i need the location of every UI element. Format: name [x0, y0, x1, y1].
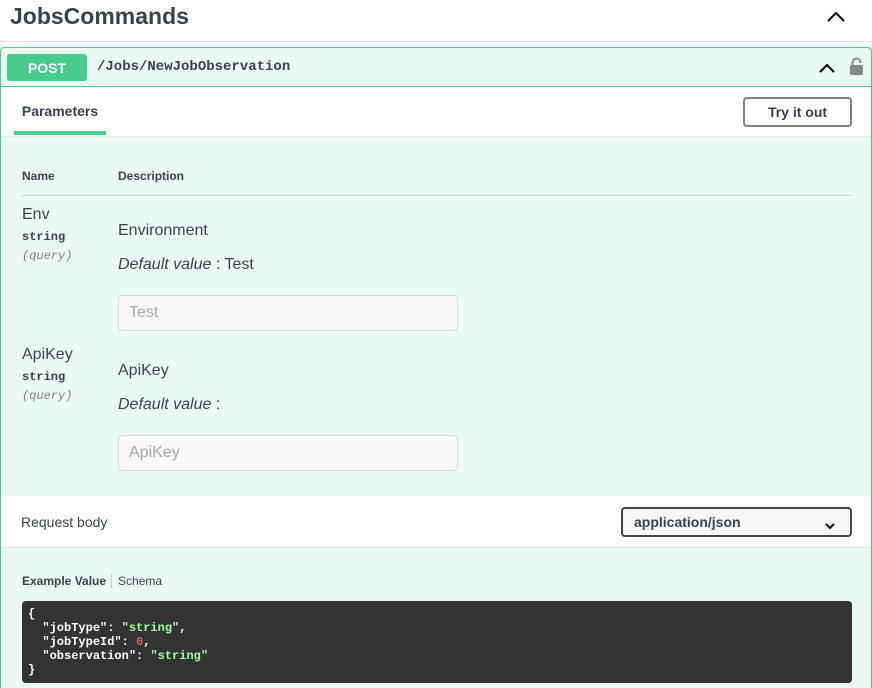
- env-input[interactable]: [118, 295, 458, 331]
- code-value: "string": [121, 621, 180, 635]
- param-description: Environment: [118, 222, 208, 239]
- code-trail: ,: [143, 635, 151, 649]
- param-name: ApiKey: [22, 346, 73, 363]
- tag-header[interactable]: JobsCommands: [0, 0, 872, 42]
- param-location: (query): [22, 389, 73, 403]
- column-header-name: Name: [22, 169, 55, 183]
- code-trail: ,: [179, 621, 187, 635]
- content-type-select[interactable]: application/json: [621, 507, 852, 537]
- operation-summary[interactable]: POST /Jobs/NewJobObservation: [1, 48, 871, 87]
- request-body-header: Request body application/json: [1, 496, 871, 548]
- param-name: Env: [22, 206, 50, 223]
- code-key: "observation": [42, 649, 137, 663]
- code-key: "jobType": [42, 621, 108, 635]
- operation-block: POST /Jobs/NewJobObservation Parameters …: [0, 47, 872, 688]
- param-type: string: [22, 370, 66, 384]
- column-header-description: Description: [118, 169, 185, 183]
- tab-example-value[interactable]: Example Value: [22, 574, 111, 588]
- request-body-label: Request body: [21, 514, 108, 530]
- param-default: Default value :: [118, 396, 220, 414]
- param-description: ApiKey: [118, 362, 169, 379]
- tab-active-indicator: [14, 131, 106, 135]
- default-label: Default value: [118, 256, 212, 273]
- tab-header: Parameters Try it out: [1, 87, 871, 137]
- param-location: (query): [22, 249, 73, 263]
- method-badge: POST: [7, 54, 87, 81]
- example-tabs: Example Value Schema: [22, 574, 162, 588]
- default-label: Default value: [118, 396, 212, 413]
- apikey-input[interactable]: [118, 435, 458, 471]
- chevron-up-icon[interactable]: [814, 58, 840, 78]
- code-value: "string": [150, 649, 209, 663]
- param-default: Default value : Test: [118, 256, 254, 274]
- content-type-value: application/json: [634, 514, 741, 530]
- try-it-out-button[interactable]: Try it out: [743, 97, 852, 127]
- code-key: "jobTypeId": [42, 635, 122, 649]
- operation-path: /Jobs/NewJobObservation: [97, 59, 291, 75]
- code-close-brace: }: [28, 663, 36, 677]
- code-open-brace: {: [28, 607, 36, 621]
- chevron-up-icon[interactable]: [822, 6, 850, 28]
- tab-schema[interactable]: Schema: [112, 574, 162, 588]
- example-code-block[interactable]: { "jobType": "string", "jobTypeId": 0, "…: [22, 601, 852, 683]
- default-separator: :: [215, 396, 221, 413]
- chevron-down-icon: [824, 517, 836, 533]
- tab-parameters[interactable]: Parameters: [14, 87, 106, 135]
- column-divider: [22, 195, 852, 196]
- default-separator: :: [215, 256, 221, 273]
- param-type: string: [22, 230, 66, 244]
- default-value: Test: [224, 256, 254, 273]
- tag-title[interactable]: JobsCommands: [10, 3, 189, 30]
- lock-icon[interactable]: [847, 55, 865, 77]
